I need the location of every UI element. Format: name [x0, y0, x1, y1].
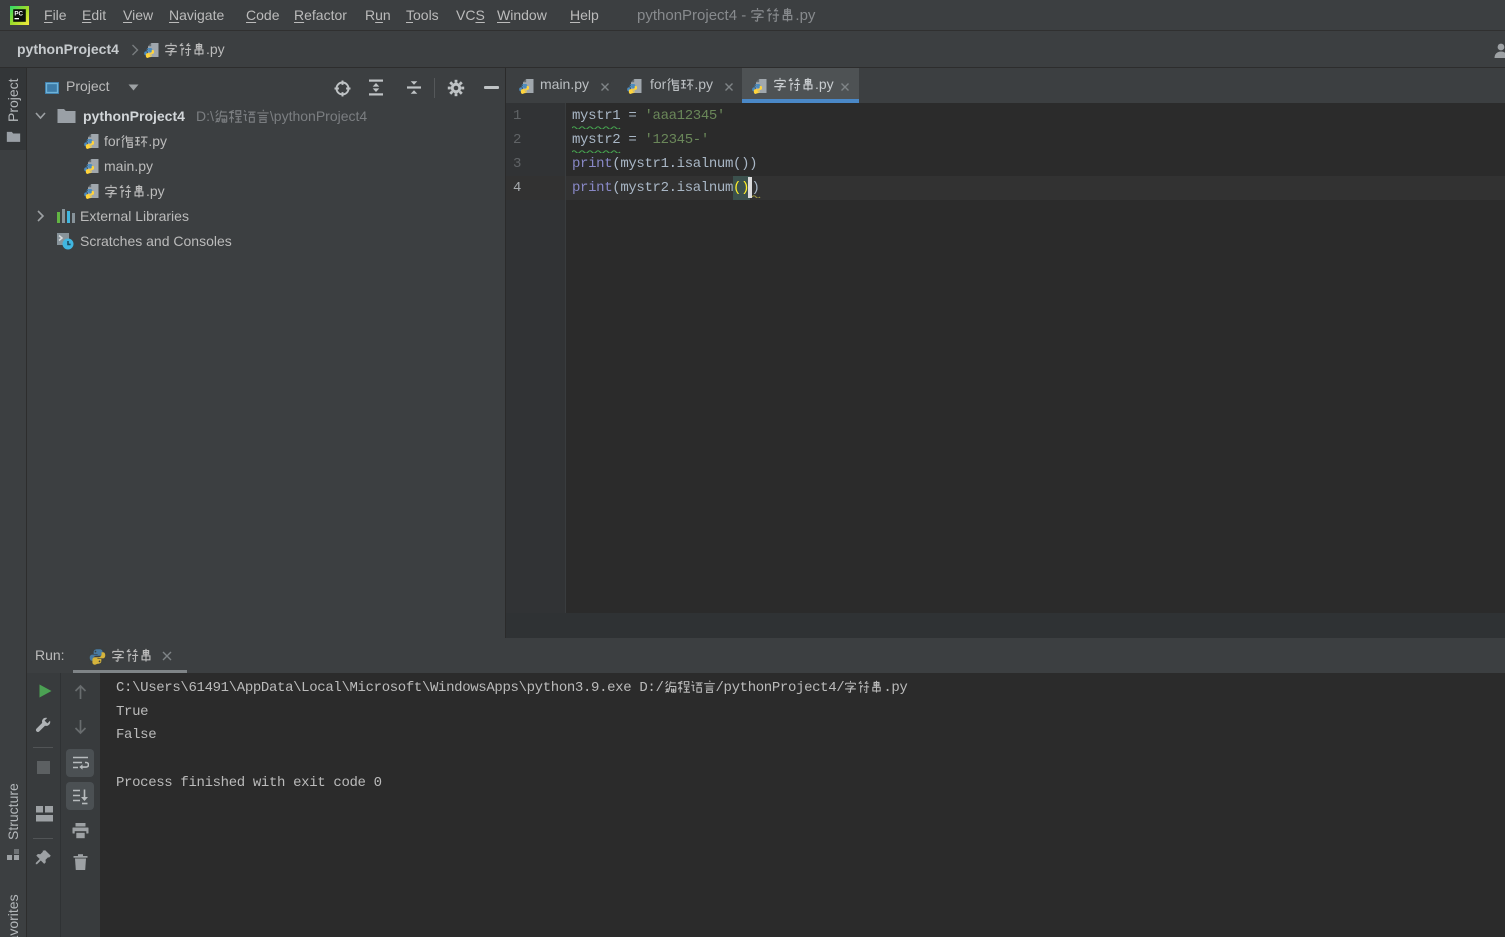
svg-text:PC: PC: [14, 11, 23, 18]
